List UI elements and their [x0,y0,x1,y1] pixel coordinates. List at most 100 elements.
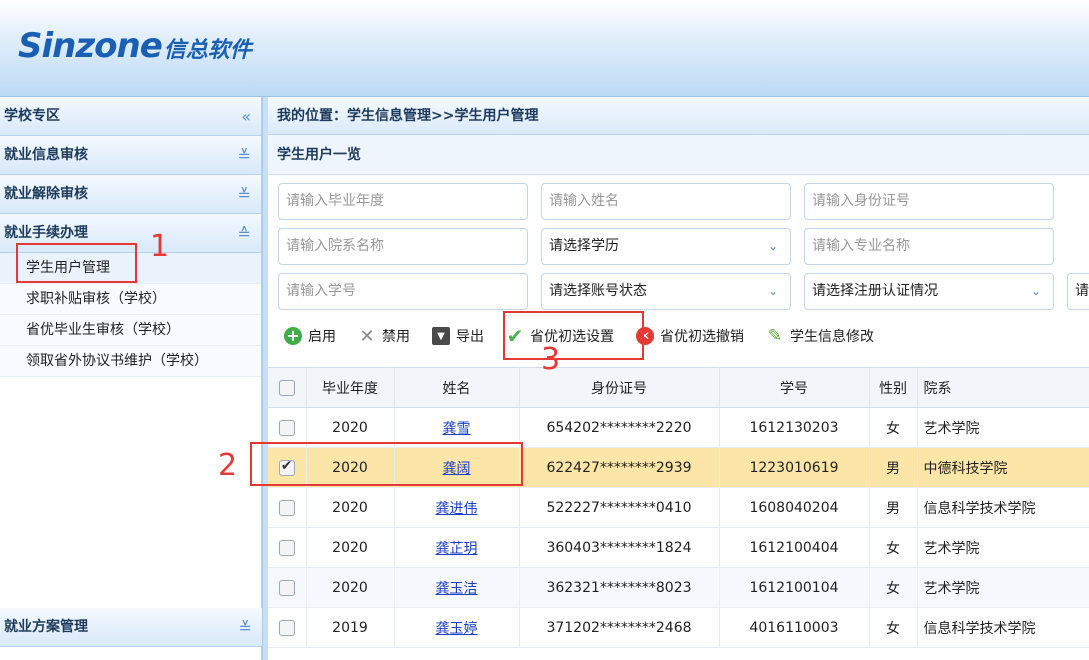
column-header-year[interactable]: 毕业年度 [306,367,395,408]
table-row[interactable]: 2019 龚玉婷 371202********2468 4016110003 女… [268,607,1089,648]
student-name-link[interactable]: 龚玉洁 [436,581,478,597]
enable-button[interactable]: + 启用 [284,320,336,352]
cell-dept: 中德科技学院 [917,447,1089,488]
table-row[interactable]: 2020 龚玉洁 362321********8023 1612100104 女… [268,567,1089,608]
sidebar-section-procedures[interactable]: 就业手续办理 ≙ [0,214,261,253]
register-status-select-value: 请选择注册认证情况 [812,283,938,299]
sidebar-section-employment-release[interactable]: 就业解除审核 ≚ [0,175,261,214]
edit-student-info-button[interactable]: ✎ 学生信息修改 [766,320,874,352]
row-checkbox[interactable] [278,419,295,436]
sidebar-item-provincial-graduates[interactable]: 省优毕业生审核（学校） [0,315,261,346]
cell-name: 龚玉洁 [394,567,520,608]
account-status-select-value: 请选择账号状态 [549,283,647,299]
export-label: 导出 [456,329,484,345]
column-header-no[interactable]: 学号 [719,367,870,408]
chevron-down-icon[interactable]: ⌄ [756,274,790,309]
chevron-down-icon[interactable]: ⌄ [1019,274,1053,309]
cell-year: 2019 [306,607,395,648]
cell-no: 1608040204 [719,487,870,528]
enable-label: 启用 [308,329,336,345]
sidebar-section-label: 学校专区 [4,108,60,124]
department-input[interactable]: 请输入院系名称 [278,228,528,265]
app-header: Sinzone 信总软件 [0,0,1089,97]
table-row-selected[interactable]: 2020 龚阔 622427********2939 1223010619 男 … [268,447,1089,488]
close-icon: ✕ [359,325,375,347]
breadcrumb: 我的位置：学生信息管理>>学生用户管理 [268,97,1089,135]
sidebar-section-employment-review[interactable]: 就业信息审核 ≚ [0,136,261,175]
student-no-input[interactable]: 请输入学号 [278,273,528,310]
cell-dept: 信息科学技术学院 [917,487,1089,528]
annotation-number-2: 2 [218,448,238,483]
save-icon: ▼ [432,327,450,345]
cell-id: 622427********2939 [519,447,720,488]
row-checkbox-cell [268,447,307,488]
row-checkbox[interactable] [278,619,295,636]
cell-gender: 男 [869,487,918,528]
table-row[interactable]: 2020 龚雪 654202********2220 1612130203 女 … [268,407,1089,448]
cell-year: 2020 [306,447,395,488]
disable-label: 禁用 [382,329,410,345]
row-checkbox[interactable] [278,539,295,556]
provincial-select-cancel-button[interactable]: ✕ 省优初选撤销 [636,320,744,352]
cell-gender: 女 [869,407,918,448]
student-name-link[interactable]: 龚阔 [443,461,471,477]
disable-button[interactable]: ✕ 禁用 [358,320,410,352]
row-checkbox[interactable] [278,579,295,596]
cell-name: 龚阔 [394,447,520,488]
chevron-up-icon[interactable]: ≙ [238,214,251,253]
sidebar-section-school[interactable]: 学校专区 « [0,97,261,136]
register-status-select[interactable]: 请选择注册认证情况 ⌄ [804,273,1054,310]
sidebar-section-label: 就业解除审核 [4,186,88,202]
grad-year-input[interactable]: 请输入毕业年度 [278,183,528,220]
export-button[interactable]: ▼ 导出 [432,320,484,352]
cell-id: 654202********2220 [519,407,720,448]
sidebar: 学校专区 « 就业信息审核 ≚ 就业解除审核 ≚ 就业手续办理 ≙ 学生用户管理… [0,97,262,660]
chevron-down-icon[interactable]: ≚ [238,175,251,214]
row-checkbox-cell [268,527,307,568]
sidebar-section-plan[interactable]: 就业方案管理 ≚ [0,608,262,647]
row-checkbox-cell [268,567,307,608]
table-header-row: 毕业年度 姓名 身份证号 学号 性别 院系 [268,367,1089,408]
table-row[interactable]: 2020 龚进伟 522227********0410 1608040204 男… [268,487,1089,528]
select-all-cell [268,367,307,408]
sidebar-item-agreement[interactable]: 领取省外协议书维护（学校） [0,346,261,377]
education-select[interactable]: 请选择学历 ⌄ [541,228,791,265]
cell-dept: 艺术学院 [917,407,1089,448]
cell-no: 4016110003 [719,607,870,648]
student-name-link[interactable]: 龚芷玥 [436,541,478,557]
account-status-select[interactable]: 请选择账号状态 ⌄ [541,273,791,310]
row-checkbox-cell [268,607,307,648]
column-header-gender[interactable]: 性别 [869,367,918,408]
logo: Sinzone 信总软件 [18,26,252,66]
row-checkbox[interactable] [278,499,295,516]
student-name-link[interactable]: 龚玉婷 [436,621,478,637]
row-checkbox-checked[interactable] [278,458,295,476]
extra-filter-select[interactable]: 请 [1067,273,1089,310]
cell-gender: 女 [869,527,918,568]
select-all-checkbox[interactable] [278,379,295,396]
column-header-dept[interactable]: 院系 [917,367,1089,408]
table-row[interactable]: 2020 龚芷玥 360403********1824 1612100404 女… [268,527,1089,568]
chevron-down-icon[interactable]: ≚ [239,608,252,647]
collapse-left-icon[interactable]: « [241,97,251,136]
chevron-down-icon[interactable]: ⌄ [756,229,790,264]
toolbar: + 启用 ✕ 禁用 ▼ 导出 ✔ 省优初选设置 ✕ 省优初选撤销 ✎ 学生信息修… [284,320,896,352]
annotation-number-3: 3 [541,342,561,377]
cell-id: 522227********0410 [519,487,720,528]
student-name-link[interactable]: 龚雪 [443,421,471,437]
cell-no: 1612130203 [719,407,870,448]
student-table: 毕业年度 姓名 身份证号 学号 性别 院系 2020 龚雪 654202****… [268,367,1089,648]
major-input[interactable]: 请输入专业名称 [804,228,1054,265]
cell-id: 360403********1824 [519,527,720,568]
sidebar-item-student-users[interactable]: 学生用户管理 [0,253,261,284]
logo-text-cn: 信总软件 [163,38,252,63]
pencil-icon: ✎ [767,326,783,346]
cell-name: 龚进伟 [394,487,520,528]
main-content: 我的位置：学生信息管理>>学生用户管理 学生用户一览 请输入毕业年度 请输入姓名… [268,97,1089,660]
chevron-down-icon[interactable]: ≚ [238,136,251,175]
student-name-link[interactable]: 龚进伟 [436,501,478,517]
column-header-name[interactable]: 姓名 [394,367,520,408]
id-card-input[interactable]: 请输入身份证号 [804,183,1054,220]
sidebar-item-job-subsidy[interactable]: 求职补贴审核（学校） [0,284,261,315]
name-input[interactable]: 请输入姓名 [541,183,791,220]
